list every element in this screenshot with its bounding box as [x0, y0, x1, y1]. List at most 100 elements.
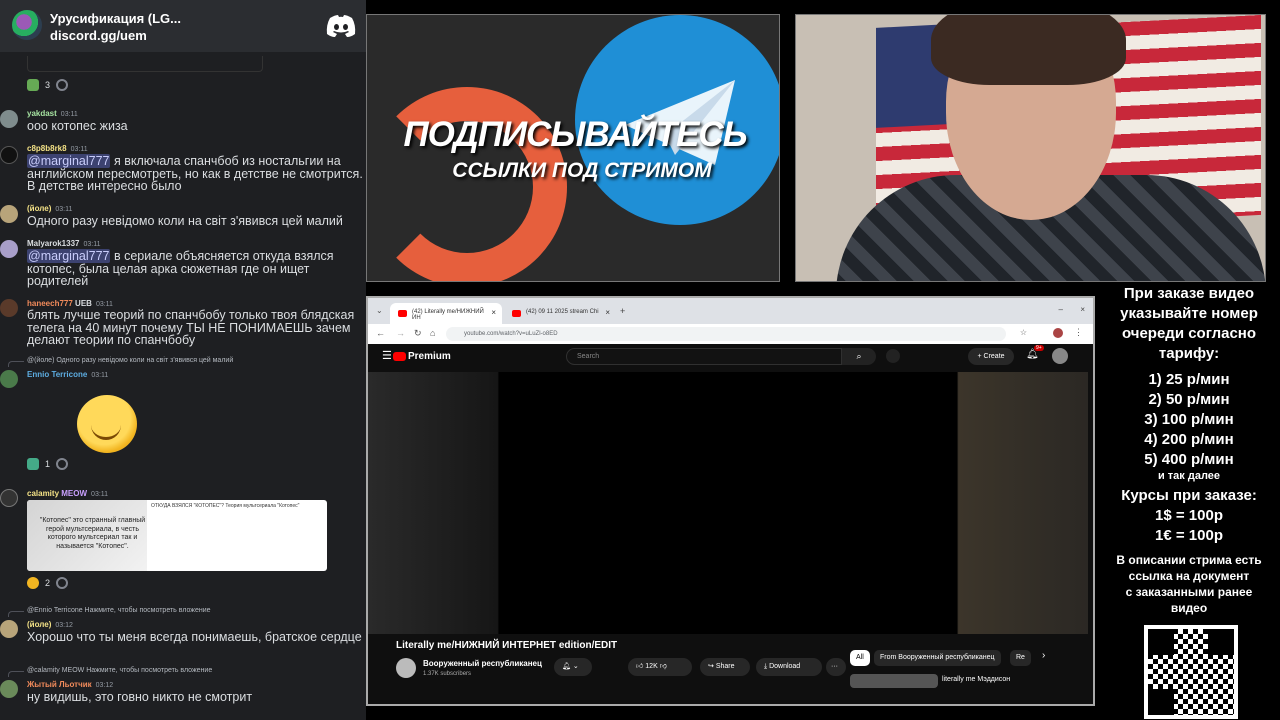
discord-logo-icon [326, 15, 356, 37]
youtube-header: ☰ Premium Search ⌕ + Create 🔔︎ 9+ [368, 344, 1093, 370]
reaction-row[interactable]: 1 [27, 456, 69, 472]
like-button[interactable]: 👍︎ 12K 👎︎ [628, 658, 692, 676]
reaction-count: 1 [45, 459, 51, 469]
youtube-favicon-icon [512, 310, 521, 317]
reply-connector [8, 611, 24, 617]
message-text: блять лучше теорий по спанчбобу только т… [27, 308, 355, 347]
url-input[interactable]: youtube.com/watch?v=uLuZl-o8ED [446, 327, 1006, 341]
username[interactable]: Жытый Льотчик 03:12 [27, 680, 113, 689]
close-tab-icon[interactable]: × [491, 308, 496, 317]
search-icon[interactable]: ⌕ [842, 348, 876, 365]
username[interactable]: (йоле) 03:12 [27, 620, 73, 629]
new-tab-icon[interactable]: + [620, 306, 625, 316]
close-window-icon[interactable]: × [1080, 305, 1085, 314]
smiling-face-emoji-icon [77, 395, 137, 453]
reaction-emoji-icon[interactable] [27, 458, 39, 470]
download-button[interactable]: ⤓ Download [756, 658, 822, 676]
avatar[interactable] [0, 299, 18, 317]
order-instructions: При заказе видео указывайте номер очеред… [1120, 285, 1258, 362]
banner-subtitle: ССЫЛКИ ПОД СТРИМОМ [452, 159, 712, 182]
reaction-row[interactable]: 2 [27, 575, 69, 591]
embed-caption: "Котопес" это странный главный герой мул… [39, 517, 146, 550]
close-tab-icon[interactable]: × [605, 308, 610, 317]
reaction-count: 2 [45, 578, 51, 588]
video-title: Literally me/НИЖНИЙ ИНТЕРНЕТ edition/EDI… [396, 640, 618, 651]
avatar[interactable] [0, 489, 18, 507]
reply-connector [8, 671, 24, 677]
avatar[interactable] [0, 680, 18, 698]
add-reaction-icon[interactable] [56, 458, 69, 470]
tab-video[interactable]: (42) Literally me/НИЖНИЙ ИН × [390, 303, 502, 324]
search-input[interactable]: Search [566, 348, 842, 365]
webcam-feed [795, 14, 1266, 282]
add-reaction-icon[interactable] [56, 79, 69, 91]
username[interactable]: Malyarok1337 03:11 [27, 239, 100, 248]
reply-preview[interactable]: @calamity MEOW Нажмите, чтобы посмотреть… [27, 667, 212, 674]
username[interactable]: haneech777 UEB 03:11 [27, 299, 113, 308]
reaction-emoji-icon[interactable] [27, 79, 39, 91]
username[interactable]: (йоле) 03:11 [27, 204, 72, 213]
thumbs-down-icon[interactable]: 👎︎ [660, 663, 667, 670]
microphone-icon[interactable] [886, 349, 900, 363]
username[interactable]: c8p8b8rk8 03:11 [27, 144, 88, 153]
profile-avatar-icon[interactable] [1053, 328, 1063, 338]
tab-search-icon[interactable]: ⌄ [376, 306, 383, 315]
avatar[interactable] [0, 240, 18, 258]
subscription-bell-button[interactable]: 🔔︎ ⌄ [554, 658, 592, 676]
home-icon[interactable]: ⌂ [430, 328, 435, 338]
youtube-favicon-icon [398, 310, 407, 317]
reaction-emoji-icon[interactable] [27, 577, 39, 589]
video-player[interactable] [368, 372, 1088, 634]
recommended-title[interactable]: literally me Мэддисон [942, 676, 1010, 683]
channel-name[interactable]: Вооруженный республиканец [423, 659, 542, 668]
channel-avatar[interactable] [396, 658, 416, 678]
avatar[interactable] [0, 620, 18, 638]
username[interactable]: yakdast 03:11 [27, 109, 78, 118]
create-button[interactable]: + Create [968, 348, 1014, 365]
username[interactable]: Ennio Terricone 03:11 [27, 370, 108, 379]
server-name: Урусификация (LG... [50, 11, 181, 26]
image-attachment[interactable]: "Котопес" это странный главный герой мул… [27, 500, 327, 571]
chip-related[interactable]: Re [1010, 650, 1031, 666]
recommended-thumbnail[interactable] [850, 674, 938, 688]
more-actions-icon[interactable]: ··· [826, 658, 846, 676]
reply-connector [8, 361, 24, 367]
message-text: Хорошо что ты меня всегда понимаешь, бра… [27, 630, 362, 644]
reaction-count: 3 [45, 80, 51, 90]
chevron-right-icon[interactable]: › [1042, 650, 1045, 661]
stream-layout: Урусификация (LG... discord.gg/uem 3 yak… [0, 0, 1280, 720]
username[interactable]: calamity MEOW 03:11 [27, 489, 108, 498]
reaction-row[interactable]: 3 [27, 77, 69, 93]
document-note: В описании стрима есть ссылка на докумен… [1116, 553, 1262, 615]
bookmark-star-icon[interactable]: ☆ [1020, 328, 1027, 337]
account-avatar-icon[interactable] [1052, 348, 1068, 364]
exchange-rates: Курсы при заказе: 1$ = 100р 1€ = 100р [1121, 487, 1257, 544]
menu-dots-icon[interactable]: ⋮ [1074, 327, 1083, 338]
avatar[interactable] [0, 205, 18, 223]
reply-preview[interactable]: @Ennio Terricone Нажмите, чтобы посмотре… [27, 607, 211, 614]
youtube-premium-logo[interactable]: Premium [393, 351, 451, 362]
message-text: @marginal777 в сериале объясняется откуд… [27, 249, 334, 288]
notification-badge: 9+ [1034, 345, 1044, 351]
share-button[interactable]: ↪ Share [700, 658, 750, 676]
chip-from-channel[interactable]: From Вооруженный республиканец [874, 650, 1001, 666]
minimize-icon[interactable]: – [1059, 305, 1063, 314]
avatar[interactable] [0, 110, 18, 128]
hamburger-menu-icon[interactable]: ☰ [382, 349, 392, 362]
reload-icon[interactable]: ↻ [414, 328, 422, 339]
order-info-panel: При заказе видео указывайте номер очеред… [1098, 282, 1280, 720]
reply-preview[interactable]: @(йоле) Одного разу невідомо коли на сві… [27, 357, 233, 364]
add-reaction-icon[interactable] [56, 577, 69, 589]
previous-embed-edge [27, 56, 263, 72]
address-bar-row: ← → ↻ ⌂ youtube.com/watch?v=uLuZl-o8ED ☆… [368, 324, 1093, 344]
back-icon[interactable]: ← [376, 328, 385, 338]
server-icon [12, 10, 42, 40]
avatar[interactable] [0, 370, 18, 388]
browser-window: ⌄ (42) Literally me/НИЖНИЙ ИН × (42) 09 … [366, 296, 1095, 706]
tab-stream[interactable]: (42) 09 11 2025 stream Chi × [504, 303, 616, 324]
avatar[interactable] [0, 146, 18, 164]
server-invite-link[interactable]: discord.gg/uem [50, 28, 147, 43]
forward-icon[interactable]: → [396, 328, 405, 338]
chip-all[interactable]: All [850, 650, 870, 666]
subscriber-count: 1.37K subscribers [423, 671, 472, 677]
